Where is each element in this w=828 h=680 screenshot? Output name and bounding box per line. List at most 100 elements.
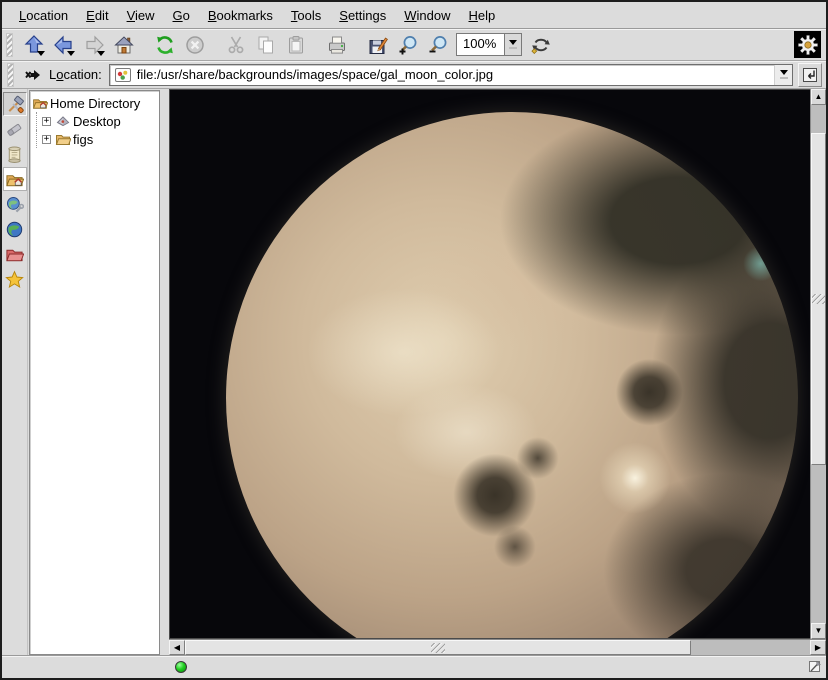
scroll-left-button[interactable]: ◀ — [169, 640, 185, 655]
content-column: ▲ ▼ ◀ ▶ — [169, 89, 826, 655]
root-folder-tab[interactable] — [3, 242, 27, 266]
tree-item-label[interactable]: figs — [73, 132, 93, 147]
main-area: Home Directory + Desktop + figs ▲ ▼ — [2, 89, 826, 655]
menu-help[interactable]: Help — [460, 4, 505, 27]
scroll-down-button[interactable]: ▼ — [811, 623, 826, 639]
red-folder-icon — [5, 245, 24, 264]
stop-button — [180, 30, 209, 59]
konqueror-gear-icon[interactable] — [794, 31, 821, 58]
desktop-icon — [55, 113, 71, 129]
menu-bar: LocationEditViewGoBookmarksToolsSettings… — [2, 2, 826, 29]
folder-icon — [55, 131, 71, 147]
dropdown-marker-icon[interactable] — [67, 51, 75, 56]
eraser-icon — [5, 120, 24, 139]
konqueror-window: LocationEditViewGoBookmarksToolsSettings… — [0, 0, 828, 680]
chevron-down-icon — [780, 70, 788, 75]
scissors-icon — [225, 34, 247, 56]
tree-item-figs[interactable]: + figs — [32, 130, 159, 148]
cut-button — [221, 30, 250, 59]
network-tab[interactable] — [3, 217, 27, 241]
main-toolbar: 100% — [2, 29, 826, 61]
home-folder-icon — [32, 95, 48, 111]
tree-guide-line — [36, 112, 40, 130]
tree-guide-line — [36, 130, 40, 148]
back-button[interactable] — [49, 30, 78, 59]
view-row: ▲ ▼ — [169, 89, 826, 639]
scroll-grip — [431, 643, 445, 653]
star-icon — [5, 270, 24, 289]
dropdown-marker-icon[interactable] — [37, 51, 45, 56]
zoom-out-button[interactable] — [423, 30, 452, 59]
rotate-button[interactable] — [526, 30, 555, 59]
zoom-combo-dropdown[interactable] — [504, 34, 521, 55]
bookmarks-tab[interactable] — [3, 267, 27, 291]
status-bar — [2, 655, 826, 678]
location-toolbar: Location: file:/usr/share/backgrounds/im… — [2, 61, 826, 89]
zoom-out-icon — [427, 34, 449, 56]
globe-wrench-icon — [5, 195, 24, 214]
history-tab[interactable] — [3, 142, 27, 166]
horizontal-scroll-thumb[interactable] — [185, 640, 691, 655]
tree-expander-plus-icon[interactable]: + — [42, 135, 51, 144]
clear-location-icon[interactable] — [24, 66, 42, 84]
image-viewport[interactable] — [169, 89, 810, 639]
zoom-in-button[interactable] — [393, 30, 422, 59]
reload-button[interactable] — [150, 30, 179, 59]
scroll-right-button[interactable]: ▶ — [810, 640, 826, 655]
globe-icon — [5, 220, 24, 239]
menu-edit[interactable]: Edit — [77, 4, 117, 27]
menu-tools[interactable]: Tools — [282, 4, 330, 27]
folder-tree-panel[interactable]: Home Directory + Desktop + figs — [29, 90, 160, 655]
menu-bookmarks[interactable]: Bookmarks — [199, 4, 282, 27]
zoom-in-icon — [397, 34, 419, 56]
panel-splitter[interactable] — [160, 89, 169, 655]
copy-icon — [255, 34, 277, 56]
stop-icon — [184, 34, 206, 56]
home-folder-icon — [5, 170, 24, 189]
toolbar-drag-handle[interactable] — [6, 33, 13, 57]
configure-tab[interactable] — [3, 92, 27, 116]
location-url-text[interactable]: file:/usr/share/backgrounds/images/space… — [137, 67, 769, 82]
print-button[interactable] — [322, 30, 351, 59]
vertical-scroll-track[interactable] — [811, 105, 826, 623]
tree-item-home-directory[interactable]: Home Directory — [32, 94, 159, 112]
menu-go[interactable]: Go — [164, 4, 199, 27]
menu-window[interactable]: Window — [395, 4, 459, 27]
zoom-level-combo[interactable]: 100% — [456, 33, 522, 56]
vertical-scrollbar[interactable]: ▲ ▼ — [810, 89, 826, 639]
go-button[interactable] — [798, 63, 822, 87]
image-file-icon — [114, 66, 132, 84]
vertical-scroll-thumb[interactable] — [811, 133, 826, 465]
tree-expander-plus-icon[interactable]: + — [42, 117, 51, 126]
location-input[interactable]: file:/usr/share/backgrounds/images/space… — [109, 64, 793, 86]
horizontal-scrollbar[interactable]: ◀ ▶ — [169, 639, 826, 655]
horizontal-scroll-track[interactable] — [185, 640, 810, 655]
location-dropdown[interactable] — [774, 65, 792, 85]
dropdown-marker-icon[interactable] — [97, 51, 105, 56]
menu-location[interactable]: Location — [10, 4, 77, 27]
tree-item-label[interactable]: Home Directory — [50, 96, 140, 111]
save-button[interactable] — [363, 30, 392, 59]
paste-button — [281, 30, 310, 59]
home-button[interactable] — [109, 30, 138, 59]
menu-view[interactable]: View — [118, 4, 164, 27]
scroll-up-button[interactable]: ▲ — [811, 89, 826, 105]
up-button[interactable] — [19, 30, 48, 59]
loading-led-icon — [175, 661, 187, 673]
chevron-down-icon — [509, 40, 517, 45]
zoom-level-value: 100% — [457, 34, 504, 55]
printer-icon — [326, 34, 348, 56]
locationbar-drag-handle[interactable] — [7, 63, 14, 87]
tree-item-desktop[interactable]: + Desktop — [32, 112, 159, 130]
eraser-tab[interactable] — [3, 117, 27, 141]
page-flag-icon[interactable] — [808, 660, 822, 674]
menu-settings[interactable]: Settings — [330, 4, 395, 27]
home-directory-tab[interactable] — [3, 167, 27, 191]
tree-item-label[interactable]: Desktop — [73, 114, 121, 129]
paste-icon — [285, 34, 307, 56]
hammer-wrench-icon — [5, 95, 24, 114]
copy-button — [251, 30, 280, 59]
services-tab[interactable] — [3, 192, 27, 216]
home-icon — [113, 34, 135, 56]
moon-image — [226, 112, 798, 639]
